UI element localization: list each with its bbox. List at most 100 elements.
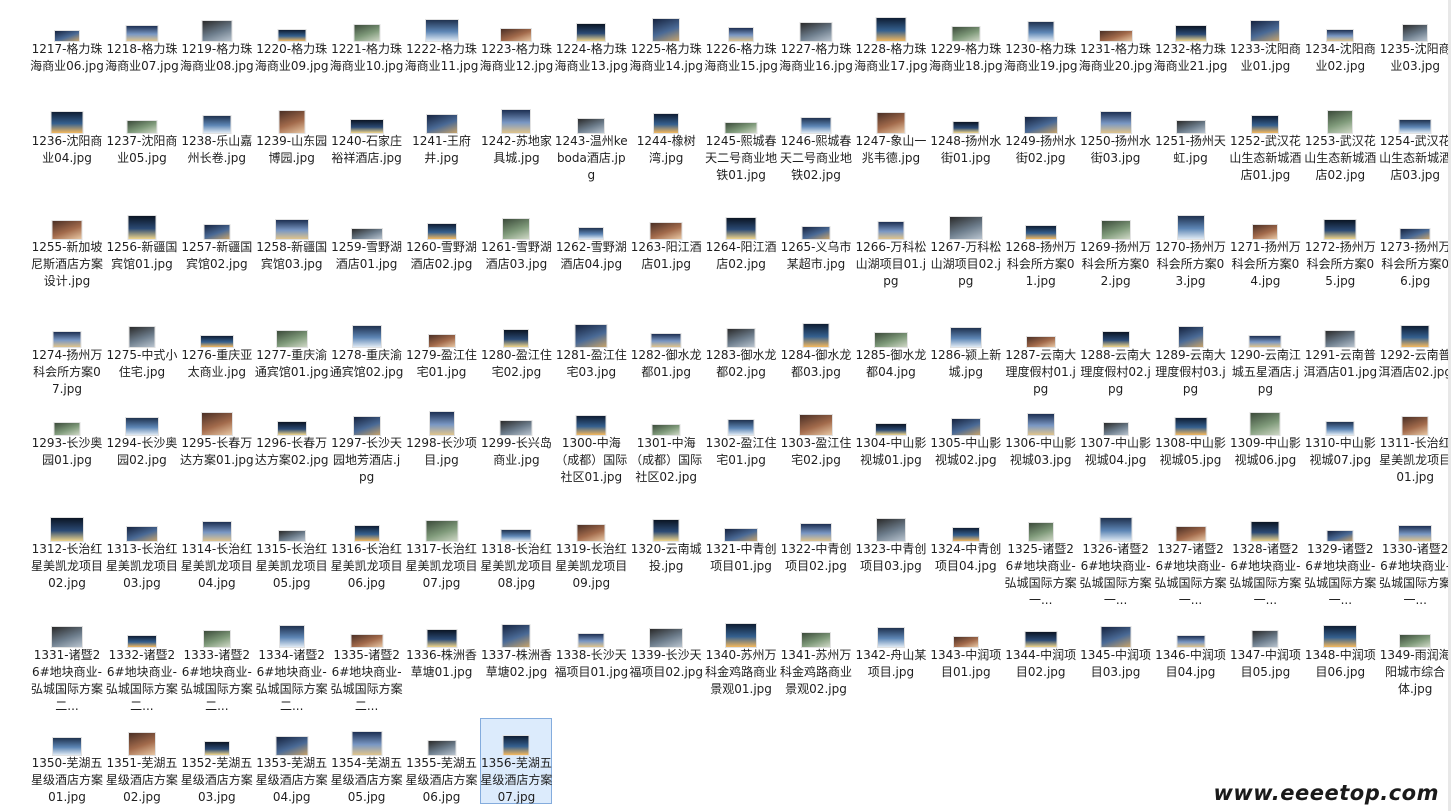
- file-item[interactable]: 1309-中山影视城06.jpg: [1229, 398, 1301, 484]
- file-item[interactable]: 1306-中山影视城03.jpg: [1005, 398, 1077, 484]
- file-item[interactable]: 1237-沈阳商业05.jpg: [106, 96, 178, 182]
- file-item[interactable]: 1321-中青创项目01.jpg: [705, 504, 777, 590]
- file-item[interactable]: 1264-阳江酒店02.jpg: [705, 202, 777, 288]
- file-item[interactable]: 1256-新疆国宾馆01.jpg: [106, 202, 178, 288]
- file-item[interactable]: 1272-扬州万科会所方案05.jpg: [1304, 202, 1376, 288]
- file-item[interactable]: 1259-雪野湖酒店01.jpg: [331, 202, 403, 288]
- file-item[interactable]: 1236-沈阳商业04.jpg: [31, 96, 103, 182]
- file-item[interactable]: 1328-诸暨26#地块商业-弘城国际方案一...: [1229, 504, 1301, 607]
- file-item[interactable]: 1248-扬州水街01.jpg: [930, 96, 1002, 182]
- file-item[interactable]: 1280-盈江住宅02.jpg: [480, 310, 552, 396]
- file-item[interactable]: 1239-山东园博园.jpg: [256, 96, 328, 182]
- file-item[interactable]: 1235-沈阳商业03.jpg: [1379, 4, 1451, 90]
- file-item[interactable]: 1265-义乌市某超市.jpg: [780, 202, 852, 288]
- file-item[interactable]: 1356-芜湖五星级酒店方案07.jpg: [480, 718, 553, 804]
- file-item[interactable]: 1318-长治红星美凯龙项目08.jpg: [480, 504, 552, 590]
- file-item[interactable]: 1249-扬州水街02.jpg: [1005, 96, 1077, 182]
- file-item[interactable]: 1282-御水龙都01.jpg: [630, 310, 702, 396]
- file-item[interactable]: 1232-格力珠海商业21.jpg: [1154, 4, 1227, 90]
- file-item[interactable]: 1323-中青创项目03.jpg: [855, 504, 927, 590]
- file-item[interactable]: 1263-阳江酒店01.jpg: [630, 202, 702, 288]
- file-item[interactable]: 1278-重庆渝通宾馆02.jpg: [330, 310, 403, 396]
- file-item[interactable]: 1295-长春万达方案01.jpg: [180, 398, 254, 484]
- file-item[interactable]: 1258-新疆国宾馆03.jpg: [256, 202, 328, 288]
- file-item[interactable]: 1230-格力珠海商业19.jpg: [1004, 4, 1078, 90]
- file-item[interactable]: 1292-云南普洱酒店02.jpg: [1378, 310, 1451, 396]
- file-item[interactable]: 1221-格力珠海商业10.jpg: [330, 4, 403, 90]
- file-item[interactable]: 1331-诸暨26#地块商业-弘城国际方案二...: [31, 610, 103, 713]
- file-item[interactable]: 1320-云南城投.jpg: [630, 504, 702, 590]
- file-item[interactable]: 1319-长治红星美凯龙项目09.jpg: [555, 504, 627, 590]
- file-item[interactable]: 1253-武汉花山生态新城酒店02.jpg: [1304, 96, 1376, 182]
- file-item[interactable]: 1332-诸暨26#地块商业-弘城国际方案二...: [106, 610, 178, 713]
- file-item[interactable]: 1226-格力珠海商业15.jpg: [704, 4, 778, 90]
- file-item[interactable]: 1244-橡树湾.jpg: [630, 96, 702, 182]
- file-item[interactable]: 1233-沈阳商业01.jpg: [1229, 4, 1301, 90]
- file-item[interactable]: 1238-乐山嘉州长卷.jpg: [181, 96, 253, 182]
- file-item[interactable]: 1338-长沙天福项目01.jpg: [554, 610, 628, 696]
- file-item[interactable]: 1261-雪野湖酒店03.jpg: [480, 202, 552, 288]
- file-item[interactable]: 1254-武汉花山生态新城酒店03.jpg: [1379, 96, 1451, 182]
- file-item[interactable]: 1341-苏州万科金鸡路商业景观02.jpg: [780, 610, 852, 696]
- file-item[interactable]: 1220-格力珠海商业09.jpg: [255, 4, 329, 90]
- file-item[interactable]: 1222-格力珠海商业11.jpg: [405, 4, 478, 90]
- file-item[interactable]: 1285-御水龙都04.jpg: [855, 310, 927, 396]
- file-item[interactable]: 1303-盈江住宅02.jpg: [780, 398, 852, 484]
- file-item[interactable]: 1313-长治红星美凯龙项目03.jpg: [106, 504, 178, 590]
- file-item[interactable]: 1283-御水龙都02.jpg: [705, 310, 777, 396]
- file-item[interactable]: 1307-中山影视城04.jpg: [1080, 398, 1152, 484]
- file-item[interactable]: 1224-格力珠海商业13.jpg: [554, 4, 628, 90]
- file-item[interactable]: 1273-扬州万科会所方案06.jpg: [1379, 202, 1451, 288]
- file-item[interactable]: 1342-舟山某项目.jpg: [855, 610, 927, 696]
- file-item[interactable]: 1266-万科松山湖项目01.jpg: [855, 202, 927, 288]
- file-item[interactable]: 1333-诸暨26#地块商业-弘城国际方案二...: [181, 610, 253, 713]
- file-item[interactable]: 1316-长治红星美凯龙项目06.jpg: [331, 504, 403, 590]
- file-item[interactable]: 1326-诸暨26#地块商业-弘城国际方案一...: [1080, 504, 1152, 607]
- file-item[interactable]: 1287-云南大理度假村01.jpg: [1005, 310, 1077, 396]
- file-item[interactable]: 1251-扬州天虹.jpg: [1155, 96, 1227, 182]
- file-item[interactable]: 1353-芜湖五星级酒店方案04.jpg: [256, 718, 328, 804]
- file-item[interactable]: 1325-诸暨26#地块商业-弘城国际方案一...: [1005, 504, 1077, 607]
- file-item[interactable]: 1231-格力珠海商业20.jpg: [1079, 4, 1152, 90]
- file-item[interactable]: 1324-中青创项目04.jpg: [930, 504, 1002, 590]
- file-item[interactable]: 1218-格力珠海商业07.jpg: [105, 4, 179, 90]
- file-item[interactable]: 1311-长治红星美凯龙项目01.jpg: [1379, 398, 1451, 484]
- file-item[interactable]: 1268-扬州万科会所方案01.jpg: [1005, 202, 1077, 288]
- file-item[interactable]: 1330-诸暨26#地块商业-弘城国际方案一...: [1379, 504, 1451, 607]
- file-item[interactable]: 1334-诸暨26#地块商业-弘城国际方案二...: [256, 610, 328, 713]
- file-item[interactable]: 1270-扬州万科会所方案03.jpg: [1155, 202, 1227, 288]
- file-item[interactable]: 1229-格力珠海商业18.jpg: [929, 4, 1003, 90]
- file-item[interactable]: 1336-株洲香草塘01.jpg: [406, 610, 478, 696]
- file-item[interactable]: 1305-中山影视城02.jpg: [930, 398, 1002, 484]
- file-item[interactable]: 1293-长沙奥园01.jpg: [31, 398, 103, 484]
- file-item[interactable]: 1277-重庆渝通宾馆01.jpg: [255, 310, 329, 396]
- file-item[interactable]: 1223-格力珠海商业12.jpg: [480, 4, 553, 90]
- file-item[interactable]: 1346-中润项目04.jpg: [1155, 610, 1227, 696]
- file-item[interactable]: 1349-雨润海阳城市综合体.jpg: [1379, 610, 1451, 696]
- file-item[interactable]: 1219-格力珠海商业08.jpg: [180, 4, 254, 90]
- file-item[interactable]: 1257-新疆国宾馆02.jpg: [181, 202, 253, 288]
- file-item[interactable]: 1291-云南普洱酒店01.jpg: [1303, 310, 1377, 396]
- file-item[interactable]: 1317-长治红星美凯龙项目07.jpg: [405, 504, 478, 590]
- file-item[interactable]: 1250-扬州水街03.jpg: [1080, 96, 1152, 182]
- file-item[interactable]: 1310-中山影视城07.jpg: [1304, 398, 1376, 484]
- file-item[interactable]: 1228-格力珠海商业17.jpg: [854, 4, 928, 90]
- file-item[interactable]: 1301-中海（成都）国际社区02.jpg: [630, 398, 702, 484]
- file-item[interactable]: 1260-雪野湖酒店02.jpg: [406, 202, 478, 288]
- file-item[interactable]: 1304-中山影视城01.jpg: [855, 398, 927, 484]
- file-item[interactable]: 1240-石家庄裕祥酒店.jpg: [331, 96, 403, 182]
- file-item[interactable]: 1340-苏州万科金鸡路商业景观01.jpg: [705, 610, 777, 696]
- file-item[interactable]: 1275-中式小住宅.jpg: [106, 310, 178, 396]
- file-item[interactable]: 1246-熙城春天二号商业地铁02.jpg: [780, 96, 852, 182]
- file-item[interactable]: 1344-中润项目02.jpg: [1005, 610, 1077, 696]
- file-item[interactable]: 1312-长治红星美凯龙项目02.jpg: [31, 504, 103, 590]
- file-item[interactable]: 1276-重庆亚太商业.jpg: [181, 310, 253, 396]
- file-item[interactable]: 1347-中润项目05.jpg: [1229, 610, 1301, 696]
- file-item[interactable]: 1300-中海（成都）国际社区01.jpg: [555, 398, 627, 484]
- file-item[interactable]: 1339-长沙天福项目02.jpg: [629, 610, 703, 696]
- file-item[interactable]: 1290-云南江城五星酒店.jpg: [1229, 310, 1301, 396]
- file-item[interactable]: 1314-长治红星美凯龙项目04.jpg: [181, 504, 253, 590]
- file-item[interactable]: 1299-长兴岛商业.jpg: [480, 398, 552, 484]
- file-item[interactable]: 1329-诸暨26#地块商业-弘城国际方案一...: [1304, 504, 1376, 607]
- file-item[interactable]: 1243-温州keboda酒店.jpg: [555, 96, 628, 182]
